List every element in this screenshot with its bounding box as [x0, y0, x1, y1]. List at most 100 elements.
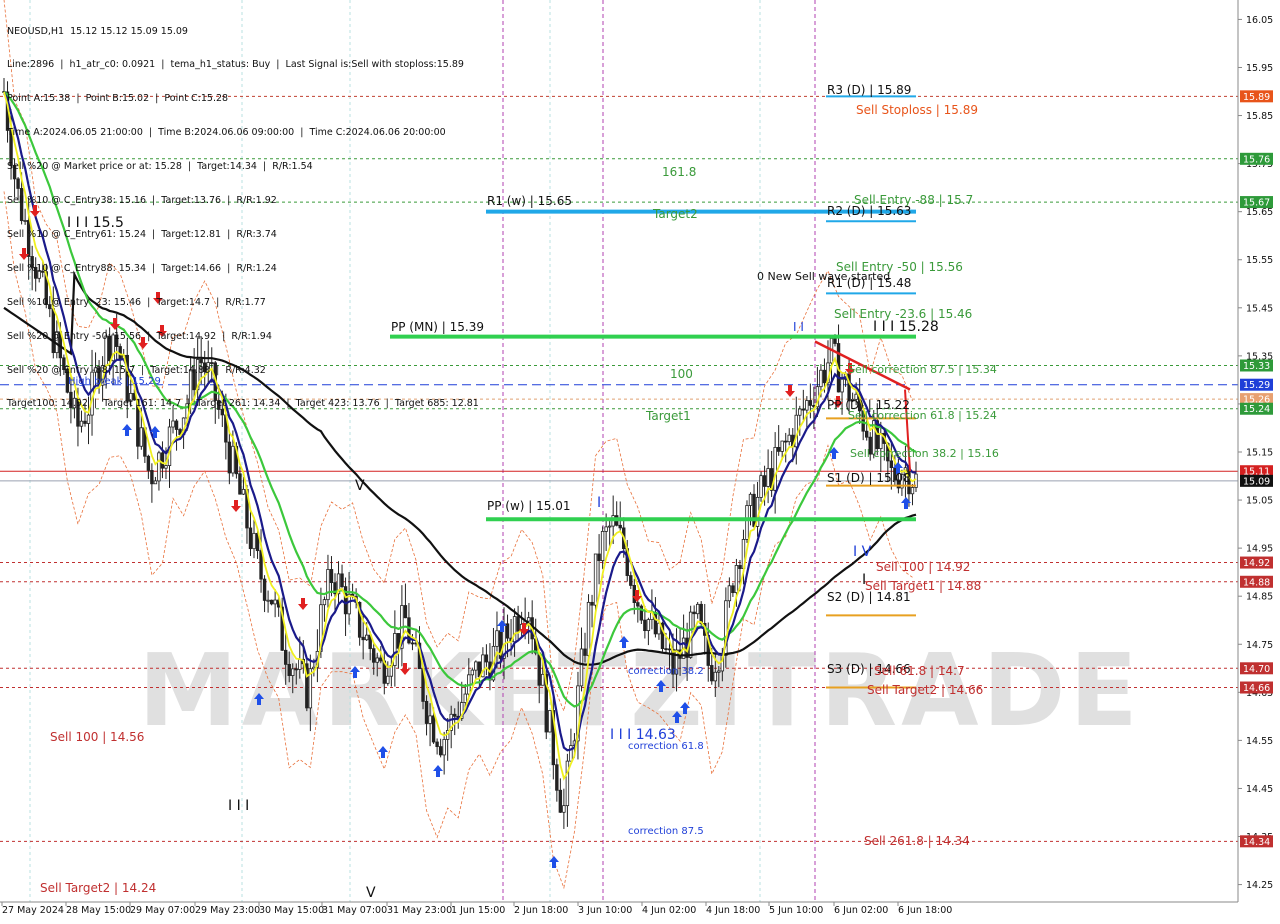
- candle-body: [787, 434, 791, 443]
- candle-body: [262, 578, 267, 601]
- candle-body: [428, 715, 432, 724]
- candle-body: [375, 657, 379, 663]
- candle-body: [9, 130, 13, 166]
- price-tick-label: 15.65: [1246, 207, 1273, 218]
- candle-body: [745, 505, 749, 540]
- candle-body: [731, 585, 735, 594]
- label-s1d: S1 (D) | 15.08: [827, 471, 911, 485]
- candle-body: [889, 460, 894, 469]
- candle-body: [322, 599, 327, 606]
- candle-body: [699, 603, 703, 624]
- candle-body: [30, 256, 34, 268]
- candle-body: [372, 648, 376, 663]
- label-sell-target2-right: Sell Target2 | 14.66: [867, 683, 983, 697]
- candle-body: [273, 599, 277, 605]
- label-fib-100: 100: [670, 367, 693, 381]
- candle-body: [386, 675, 390, 684]
- time-tick-label: 3 Jun 10:00: [578, 905, 632, 916]
- label-fib-161: 161.8: [662, 165, 696, 179]
- label-wave-1528: I I I 15.28: [873, 319, 939, 335]
- candle-body: [269, 599, 274, 605]
- candle-body: [146, 455, 151, 471]
- price-badge-label: 14.92: [1243, 558, 1270, 569]
- time-axis: 27 May 2024 28 May 15:0029 May 07:00 29 Ma…: [1, 902, 952, 916]
- candle-body: [766, 468, 770, 487]
- chart-area: MARKETZITRADE R3 (D) | 15.89 Sell Stoplos…: [0, 0, 1280, 920]
- candle-body: [453, 713, 457, 717]
- candle-body: [583, 648, 587, 656]
- candle-body: [484, 654, 489, 663]
- candle-body: [629, 575, 633, 586]
- candle-body: [76, 397, 80, 427]
- candle-body: [329, 569, 334, 584]
- label-wave-v-mid: V: [355, 478, 365, 494]
- candle-body: [210, 362, 214, 364]
- candle-body: [231, 445, 235, 474]
- price-badge-label: 15.09: [1243, 476, 1270, 487]
- candle-body: [33, 266, 38, 279]
- price-badge-label: 14.88: [1243, 577, 1270, 588]
- candle-body: [153, 480, 158, 485]
- price-tick-label: 14.25: [1246, 880, 1273, 891]
- candle-body: [171, 420, 175, 428]
- candle-body: [822, 369, 827, 384]
- candle-body: [558, 789, 563, 813]
- candle-body: [586, 601, 591, 656]
- candle-body: [19, 188, 24, 222]
- time-tick-label: 31 May 23:00: [387, 905, 452, 916]
- label-r1w: R1 (w) | 15.65: [487, 194, 572, 208]
- candle-body: [287, 663, 291, 676]
- label-corr-875-top: Sell correction 87.5 | 15.34: [848, 363, 997, 376]
- candle-body: [590, 601, 594, 606]
- time-tick-label: 28 May 15:00: [66, 905, 131, 916]
- price-tick-label: 14.55: [1246, 736, 1273, 747]
- candle-body: [114, 334, 119, 347]
- label-wave-i-mid: I: [597, 495, 601, 511]
- time-tick-label: 30 May 15:00: [259, 905, 324, 916]
- candle-body: [220, 409, 225, 416]
- price-badge-label: 15.76: [1243, 154, 1270, 165]
- candle-body: [604, 526, 608, 532]
- candle-body: [12, 165, 17, 180]
- candle-body: [548, 710, 552, 733]
- candle-body: [361, 636, 365, 641]
- candle-body: [294, 668, 298, 671]
- candle-body: [636, 602, 640, 607]
- candle-body: [710, 665, 714, 682]
- candle-body: [16, 178, 20, 189]
- label-sell-100: Sell 100 | 14.92: [876, 560, 970, 574]
- price-tick-label: 15.45: [1246, 303, 1273, 314]
- candle-body: [364, 634, 369, 641]
- candle-body: [104, 335, 108, 366]
- candle-body: [26, 220, 31, 257]
- price-tick-label: 16.05: [1246, 15, 1273, 26]
- candle-body: [664, 648, 668, 651]
- time-tick-label: 29 May 23:00: [195, 905, 260, 916]
- candle-body: [762, 475, 767, 487]
- label-pp-w: PP (w) | 15.01: [487, 499, 571, 513]
- candle-body: [41, 270, 45, 273]
- candle-body: [203, 362, 207, 373]
- candle-body: [579, 648, 584, 687]
- candle-body: [752, 493, 756, 527]
- candle-body: [79, 420, 84, 427]
- candle-body: [470, 669, 475, 676]
- price-tick-label: 14.95: [1246, 544, 1273, 555]
- candle-body: [37, 270, 41, 279]
- candle-body: [738, 565, 742, 569]
- label-corr-382-low: correction 38.2: [628, 666, 704, 677]
- candle-body: [248, 527, 253, 550]
- candle-body: [695, 603, 700, 615]
- candle-body: [541, 673, 545, 686]
- candle-body: [227, 441, 232, 474]
- label-target2: Target2: [652, 207, 698, 221]
- price-badge-label: 14.34: [1243, 837, 1270, 848]
- time-tick-label: 2 Jun 18:00: [514, 905, 568, 916]
- time-tick-label: 1 Jun 15:00: [451, 905, 505, 916]
- price-badge-label: 14.70: [1243, 664, 1270, 675]
- candle-body: [734, 565, 739, 594]
- label-wave-ii: I I: [793, 320, 804, 334]
- candle-body: [23, 220, 27, 222]
- candle-body: [424, 700, 429, 724]
- candle-body: [565, 760, 570, 807]
